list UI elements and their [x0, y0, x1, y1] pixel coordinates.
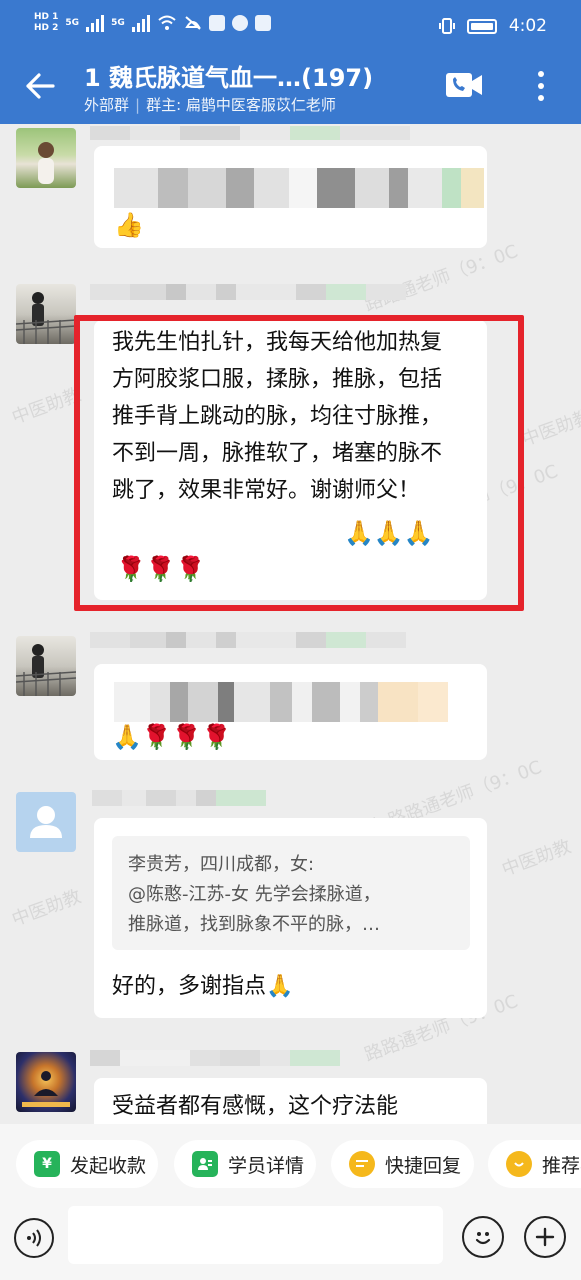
user-card-icon	[192, 1151, 218, 1177]
quote-line: 李贵芳，四川成都，女:	[128, 854, 315, 875]
emoji-button[interactable]	[462, 1216, 504, 1258]
signal-icon	[131, 14, 150, 32]
hd1-label: HD 1	[34, 12, 59, 22]
quote-line: @陈憨-江苏-女 先学会揉脉道，	[128, 884, 381, 905]
avatar[interactable]	[16, 792, 76, 852]
message-icon	[208, 15, 225, 31]
message-bubble[interactable]: 受益者都有感慨，这个疗法能	[94, 1078, 487, 1124]
title-bar: 1 魏氏脉道气血一…(197) 外部群 | 群主: 扁鹊中医客服苡仁老师	[0, 56, 581, 124]
meditation-photo-icon	[22, 1071, 70, 1107]
watermark: 中医助教	[519, 406, 581, 451]
app-header: HD 1 HD 2 5G 5G 4:02 1 魏氏脉道气血一…(197) 外部群…	[0, 0, 581, 124]
browser-icon	[231, 15, 248, 31]
sender-name-blurred	[90, 1050, 370, 1066]
hd-indicator: HD 1 HD 2	[34, 12, 58, 34]
pray-rose-emoji: 🙏🌹🌹🌹	[112, 723, 232, 751]
vibrate-icon	[438, 18, 455, 34]
chip-label: 学员详情	[228, 1154, 305, 1177]
chip-label: 快捷回复	[385, 1154, 462, 1177]
network-label-1: 5G	[65, 18, 80, 28]
avatar[interactable]	[16, 128, 76, 188]
watermark: 中医助教	[9, 886, 84, 931]
person-photo-icon	[16, 644, 76, 696]
clock: 4:02	[508, 16, 547, 36]
quick-reply-icon	[349, 1151, 375, 1177]
thumbs-up-emoji: 👍	[114, 211, 144, 239]
blurred-text	[114, 682, 474, 722]
avatar[interactable]	[16, 636, 76, 696]
back-button[interactable]	[20, 66, 60, 106]
student-details-chip[interactable]: 学员详情	[174, 1140, 316, 1188]
watermark: 中医助教	[9, 384, 84, 429]
group-type-label: 外部群	[84, 96, 130, 114]
battery-icon	[466, 18, 497, 34]
hd2-label: HD 2	[34, 23, 59, 33]
network-label-2: 5G	[111, 18, 125, 28]
sender-name-blurred	[90, 632, 450, 648]
sender-name-blurred	[92, 790, 292, 806]
group-owner-label: 群主: 扁鹊中医客服苡仁老师	[146, 96, 336, 114]
recommend-chip[interactable]: 推荐客	[488, 1140, 581, 1188]
wifi-icon	[158, 15, 176, 30]
highlight-box	[74, 315, 524, 611]
chat-title[interactable]: 1 魏氏脉道气血一…(197)	[84, 58, 373, 93]
watermark: 路路通老师（9：0C	[361, 240, 521, 316]
yen-icon: ¥	[34, 1151, 60, 1177]
sender-name-blurred	[90, 284, 450, 300]
message-text: 好的，多谢指点🙏	[112, 974, 294, 999]
chip-label: 推荐客	[542, 1154, 581, 1177]
blurred-text	[114, 168, 485, 208]
chip-label: 发起收款	[70, 1154, 147, 1177]
back-arrow-icon	[26, 73, 55, 99]
quick-action-bar: ¥ 发起收款 学员详情 快捷回复 推荐客	[0, 1124, 581, 1206]
voice-icon	[27, 1229, 41, 1247]
separator: |	[135, 96, 141, 114]
video-call-button[interactable]	[444, 68, 484, 102]
message-text: 受益者都有感慨，这个疗法能	[112, 1094, 399, 1119]
person-photo-icon	[16, 292, 76, 344]
watermark: 中医助教	[499, 836, 574, 881]
avatar[interactable]	[16, 284, 76, 344]
start-payment-chip[interactable]: ¥ 发起收款	[16, 1140, 158, 1188]
video-phone-icon	[446, 73, 482, 97]
more-options-button[interactable]	[526, 66, 556, 106]
chat-area[interactable]: 路路通老师（9：0C 中医助教 中医助教 路路通老师（9：0C 教-路路通老师（…	[0, 124, 581, 1124]
add-attachment-button[interactable]	[524, 1216, 566, 1258]
status-bar: HD 1 HD 2 5G 5G 4:02	[0, 0, 581, 56]
voice-input-button[interactable]	[14, 1218, 54, 1258]
avatar[interactable]	[16, 1052, 76, 1112]
message-bubble[interactable]: 🙏🌹🌹🌹	[94, 664, 487, 760]
quick-reply-chip[interactable]: 快捷回复	[331, 1140, 474, 1188]
message-bubble[interactable]: 👍	[94, 146, 487, 248]
default-avatar-icon	[30, 806, 62, 838]
quote-line: 推脉道，找到脉象不平的脉，…	[128, 914, 380, 935]
quoted-message[interactable]: 李贵芳，四川成都，女: @陈憨-江苏-女 先学会揉脉道， 推脉道，找到脉象不平的…	[112, 836, 470, 950]
chat-subtitle: 外部群 | 群主: 扁鹊中医客服苡仁老师	[84, 94, 336, 115]
signal-icon	[86, 14, 105, 32]
recommend-icon	[506, 1151, 532, 1177]
smiley-icon	[475, 1232, 491, 1245]
message-input[interactable]	[68, 1206, 443, 1264]
input-bar	[0, 1206, 581, 1280]
sender-name-blurred	[90, 126, 410, 140]
mute-icon	[184, 16, 201, 30]
person-photo-icon	[38, 142, 54, 184]
plus-icon	[535, 1227, 555, 1247]
app-notification-icon	[254, 15, 271, 31]
